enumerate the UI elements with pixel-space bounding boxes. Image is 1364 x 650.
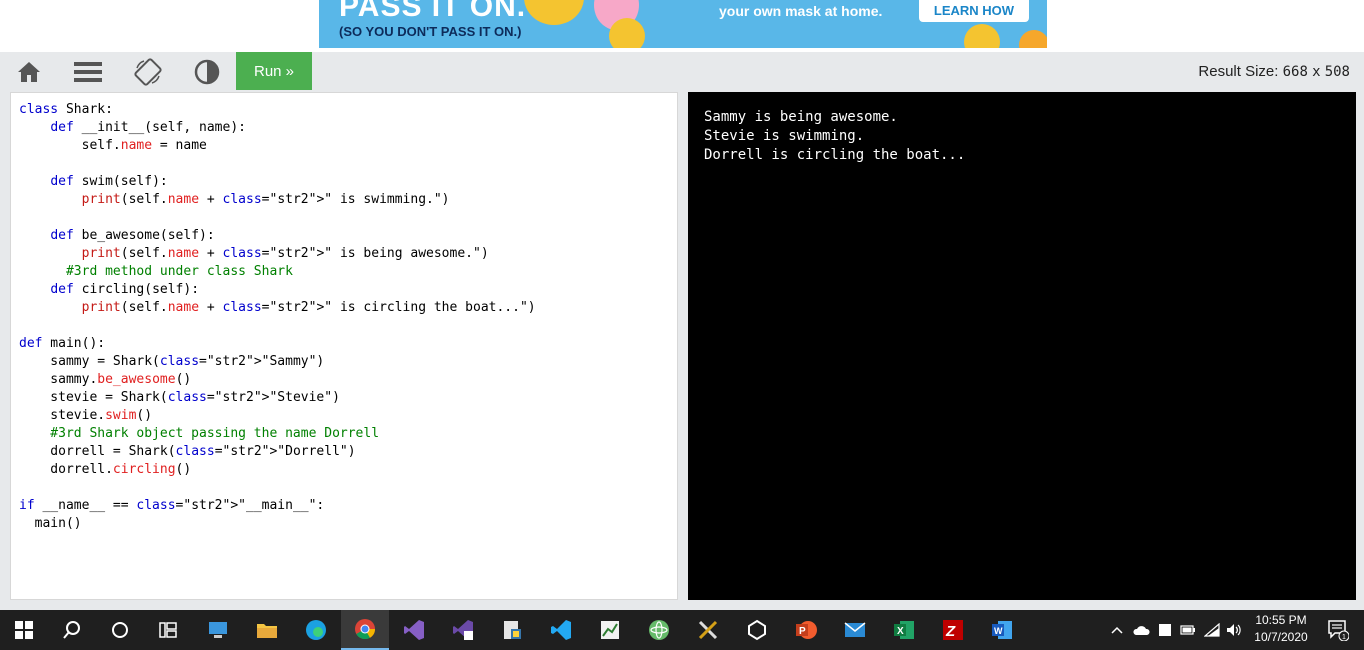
task-view-icon[interactable]	[144, 610, 192, 650]
svg-text:Z: Z	[945, 623, 956, 640]
ad-emoji-ball	[524, 0, 584, 25]
vscode-icon[interactable]	[537, 610, 585, 650]
code-line[interactable]: def __init__(self, name):	[19, 120, 246, 135]
file-explorer-icon[interactable]	[243, 610, 291, 650]
volume-icon[interactable]	[1224, 610, 1244, 650]
wifi-icon[interactable]	[1202, 610, 1222, 650]
powerpoint-icon[interactable]: P	[782, 610, 830, 650]
code-line[interactable]: def circling(self):	[19, 282, 199, 297]
ad-emoji-ball	[609, 18, 645, 48]
notification-center-icon[interactable]: 1	[1318, 610, 1358, 650]
code-line[interactable]: if __name__ == class="str2">"__main__":	[19, 498, 324, 513]
result-size: Result Size: 668 x 508	[1198, 52, 1350, 92]
filezilla-icon[interactable]: Z	[929, 610, 977, 650]
svg-text:X: X	[897, 626, 904, 637]
chart-app-icon[interactable]	[586, 610, 634, 650]
result-size-label: Result Size:	[1198, 63, 1279, 80]
windows-start-icon[interactable]	[0, 610, 48, 650]
toolbar	[0, 52, 1364, 92]
contrast-icon[interactable]	[187, 52, 227, 92]
code-line[interactable]: stevie.swim()	[19, 408, 152, 423]
python-installer-icon[interactable]	[488, 610, 536, 650]
home-icon[interactable]	[9, 52, 49, 92]
taskbar-clock[interactable]: 10:55 PM 10/7/2020	[1248, 612, 1314, 646]
code-line[interactable]: main()	[19, 516, 82, 531]
result-frame: Sammy is being awesome. Stevie is swimmi…	[688, 92, 1356, 600]
battery-icon[interactable]	[1178, 610, 1198, 650]
code-line[interactable]: def swim(self):	[19, 174, 167, 189]
result-x: x	[1312, 64, 1321, 80]
tablet-icon[interactable]	[1155, 610, 1175, 650]
clock-date: 10/7/2020	[1254, 630, 1308, 644]
output-text: Sammy is being awesome. Stevie is swimmi…	[704, 108, 965, 165]
code-editor[interactable]: class Shark: def __init__(self, name): s…	[10, 92, 678, 600]
svg-text:W: W	[994, 626, 1003, 636]
code-line[interactable]: print(self.name + class="str2">" is circ…	[19, 300, 536, 315]
code-line[interactable]: class Shark:	[19, 102, 113, 117]
atom-icon[interactable]	[635, 610, 683, 650]
output-line: Sammy is being awesome.	[704, 109, 898, 125]
code-line[interactable]: dorrell = Shark(class="str2">"Dorrell")	[19, 444, 355, 459]
excel-icon[interactable]: X	[880, 610, 928, 650]
code-line[interactable]: #3rd Shark object passing the name Dorre…	[19, 426, 379, 441]
code-line[interactable]: print(self.name + class="str2">" is bein…	[19, 246, 489, 261]
ad-learn-how-button[interactable]: LEARN HOW	[919, 0, 1029, 22]
windows-taskbar: P X Z W 10:55 PM 10/7/2020 1	[0, 610, 1364, 650]
code-content[interactable]: class Shark: def __init__(self, name): s…	[19, 101, 536, 533]
ad-emoji-ball	[964, 24, 1000, 48]
mail-icon[interactable]	[831, 610, 879, 650]
tools-icon[interactable]	[684, 610, 732, 650]
result-width: 668	[1282, 64, 1308, 80]
code-line[interactable]: self.name = name	[19, 138, 207, 153]
visual-studio-icon[interactable]	[390, 610, 438, 650]
search-icon[interactable]	[48, 610, 96, 650]
output-line: Dorrell is circling the boat...	[704, 147, 966, 163]
code-line[interactable]: print(self.name + class="str2">" is swim…	[19, 192, 450, 207]
unity-icon[interactable]	[733, 610, 781, 650]
edge-icon[interactable]	[292, 610, 340, 650]
ad-middle-text: your own mask at home.	[719, 3, 883, 19]
clock-time: 10:55 PM	[1255, 613, 1307, 627]
code-line[interactable]: dorrell.circling()	[19, 462, 191, 477]
onedrive-icon[interactable]	[1130, 610, 1152, 650]
ad-subline: (SO YOU DON'T PASS IT ON.)	[339, 24, 522, 39]
word-icon[interactable]: W	[978, 610, 1026, 650]
code-line[interactable]: sammy.be_awesome()	[19, 372, 191, 387]
remote-desktop-icon[interactable]	[194, 610, 242, 650]
cortana-icon[interactable]	[96, 610, 144, 650]
show-hidden-icons-icon[interactable]	[1108, 610, 1126, 650]
run-button[interactable]: Run »	[236, 52, 312, 90]
ad-emoji-ball	[1019, 30, 1047, 48]
code-line[interactable]: sammy = Shark(class="str2">"Sammy")	[19, 354, 324, 369]
visual-studio-blend-icon[interactable]	[439, 610, 487, 650]
ad-headline: PASS IT ON.	[339, 0, 527, 23]
code-line[interactable]: stevie = Shark(class="str2">"Stevie")	[19, 390, 340, 405]
rotate-icon[interactable]	[128, 52, 168, 92]
svg-text:P: P	[799, 626, 806, 637]
ad-banner[interactable]: PASS IT ON. (SO YOU DON'T PASS IT ON.) y…	[319, 0, 1047, 48]
notification-count: 1	[1342, 634, 1346, 641]
code-line[interactable]: def main():	[19, 336, 105, 351]
menu-icon[interactable]	[68, 52, 108, 92]
code-line[interactable]: #3rd method under class Shark	[19, 264, 293, 279]
result-height: 508	[1324, 64, 1350, 80]
output-line: Stevie is swimming.	[704, 128, 865, 144]
chrome-icon[interactable]	[341, 610, 389, 650]
code-line[interactable]: def be_awesome(self):	[19, 228, 214, 243]
